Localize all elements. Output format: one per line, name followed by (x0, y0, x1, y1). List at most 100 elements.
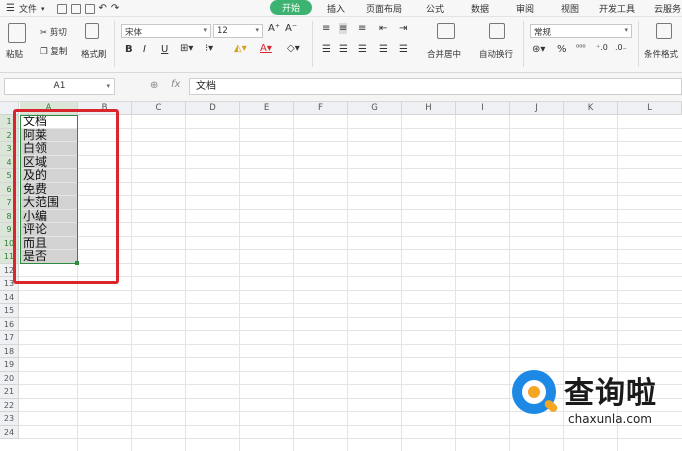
indent-decrease-icon[interactable]: ⇤ (379, 23, 387, 34)
tab-insert[interactable]: 插入 (327, 2, 345, 15)
tab-page-layout[interactable]: 页面布局 (366, 2, 402, 15)
column-header[interactable]: G (348, 102, 402, 115)
font-color-icon[interactable]: A▾ (260, 43, 272, 54)
font-size-select[interactable]: 12 ▾ (213, 24, 263, 38)
column-header[interactable]: D (186, 102, 240, 115)
wrap-text-button[interactable]: 自动换行 (479, 48, 513, 60)
align-center-icon[interactable]: ☰ (339, 44, 348, 55)
chevron-down-icon[interactable]: ▾ (41, 5, 45, 13)
divider (114, 21, 115, 67)
row-header[interactable]: 18 (0, 344, 19, 358)
chevron-down-icon: ▾ (624, 26, 628, 34)
zoom-icon[interactable]: ⊕ (150, 80, 158, 91)
tab-home[interactable]: 开始 (270, 0, 313, 15)
row-header[interactable]: 15 (0, 304, 19, 318)
tab-cloud[interactable]: 云服务 (654, 2, 681, 15)
grid-line (19, 316, 682, 318)
scissors-icon: ✂ (40, 28, 48, 38)
row-header[interactable]: 17 (0, 331, 19, 345)
hamburger-icon[interactable]: ☰ (6, 3, 15, 14)
column-header[interactable]: I (456, 102, 510, 115)
column-header[interactable]: F (294, 102, 348, 115)
conditional-format-button[interactable]: 条件格式 (644, 48, 678, 60)
undo-icon[interactable]: ↶ (99, 3, 107, 14)
preview-icon[interactable] (84, 3, 95, 14)
divider (523, 21, 524, 67)
paste-icon[interactable] (8, 23, 26, 43)
menu-bar: ☰ 文件 ▾ ↶ ↷ 开始 插入 页面布局 公式 数据 审阅 视图 开发工具 云… (0, 0, 682, 17)
row-header[interactable]: 24 (0, 425, 19, 439)
fx-icon[interactable]: fx (171, 79, 180, 90)
name-box[interactable]: A1 ▾ (4, 78, 115, 95)
tab-data[interactable]: 数据 (471, 2, 489, 15)
grid-line (455, 115, 456, 451)
tab-formulas[interactable]: 公式 (426, 2, 444, 15)
italic-button[interactable]: I (143, 44, 146, 55)
row-header[interactable]: 14 (0, 290, 19, 304)
paste-button[interactable]: 粘贴 (6, 48, 23, 60)
ribbon: 粘贴 ✂ 剪切 ❐ 复制 格式刷 宋体 ▾ 12 ▾ A⁺ A⁻ B I U ⊞▾ … (0, 17, 682, 73)
align-top-icon[interactable]: ≡ (322, 23, 330, 34)
row-header[interactable]: 23 (0, 412, 19, 426)
save-icon[interactable] (56, 3, 67, 14)
wrap-text-icon[interactable] (489, 23, 505, 39)
bold-button[interactable]: B (125, 44, 133, 55)
align-bottom-icon[interactable]: ≡ (358, 23, 366, 34)
more-icon[interactable]: ⁝▾ (205, 43, 213, 54)
align-left-icon[interactable]: ☰ (322, 44, 331, 55)
indent-increase-icon[interactable]: ⇥ (399, 23, 407, 34)
align-middle-icon[interactable]: ≡ (339, 23, 348, 34)
row-header[interactable]: 16 (0, 317, 19, 331)
currency-icon[interactable]: ⊛▾ (532, 44, 545, 55)
increase-decimal-icon[interactable]: ⁺.0 (596, 43, 608, 52)
number-format-select[interactable]: 常规 ▾ (530, 24, 632, 38)
tab-developer[interactable]: 开发工具 (599, 2, 635, 15)
format-painter-button[interactable]: 格式刷 (81, 48, 107, 60)
justify-icon[interactable]: ☰ (379, 44, 388, 55)
column-header[interactable]: J (510, 102, 564, 115)
row-header[interactable]: 19 (0, 358, 19, 372)
font-name-select[interactable]: 宋体 ▾ (121, 24, 211, 38)
column-header[interactable]: H (402, 102, 456, 115)
distribute-icon[interactable]: ☰ (399, 44, 408, 55)
grid-line (19, 303, 682, 304)
redo-icon[interactable]: ↷ (111, 3, 119, 14)
tab-review[interactable]: 审阅 (516, 2, 534, 15)
file-menu[interactable]: 文件 (19, 2, 37, 15)
divider (638, 21, 639, 67)
column-header[interactable]: E (240, 102, 294, 115)
decrease-decimal-icon[interactable]: .0₋ (615, 43, 627, 52)
grid-line (19, 343, 682, 345)
percent-button[interactable]: % (557, 44, 567, 55)
fill-color-icon[interactable]: ◭▾ (234, 43, 247, 54)
watermark: 查询啦 chaxunla.com (508, 366, 678, 436)
formula-input[interactable]: 文档 (189, 78, 682, 95)
quick-access: ☰ 文件 ▾ ↶ ↷ (6, 2, 119, 15)
copy-button[interactable]: ❐ 复制 (40, 45, 67, 57)
tab-view[interactable]: 视图 (561, 2, 579, 15)
merge-center-button[interactable]: 合并居中 (427, 48, 461, 60)
borders-icon[interactable]: ⊞▾ (180, 43, 193, 54)
column-header[interactable]: L (618, 102, 682, 115)
logo-icon (512, 370, 559, 414)
column-header[interactable]: C (132, 102, 186, 115)
row-header[interactable]: 21 (0, 385, 19, 399)
grid-line (19, 289, 682, 291)
cut-button[interactable]: ✂ 剪切 (40, 26, 67, 38)
row-header[interactable]: 22 (0, 398, 19, 412)
thousands-icon[interactable]: ⁰⁰⁰ (576, 43, 586, 52)
watermark-text: 查询啦 (564, 376, 657, 411)
column-header[interactable]: K (564, 102, 618, 115)
underline-button[interactable]: U (161, 44, 168, 55)
shrink-font-button[interactable]: A⁻ (285, 23, 297, 34)
conditional-format-icon[interactable] (656, 23, 672, 39)
chevron-down-icon: ▾ (255, 26, 259, 34)
merge-center-icon[interactable] (437, 23, 455, 39)
eraser-icon[interactable]: ◇▾ (287, 43, 300, 54)
print-icon[interactable] (70, 3, 81, 14)
format-painter-icon[interactable] (85, 23, 99, 39)
align-right-icon[interactable]: ☰ (358, 44, 367, 55)
grow-font-button[interactable]: A⁺ (268, 23, 280, 34)
copy-icon: ❐ (40, 47, 48, 57)
row-header[interactable]: 20 (0, 371, 19, 385)
